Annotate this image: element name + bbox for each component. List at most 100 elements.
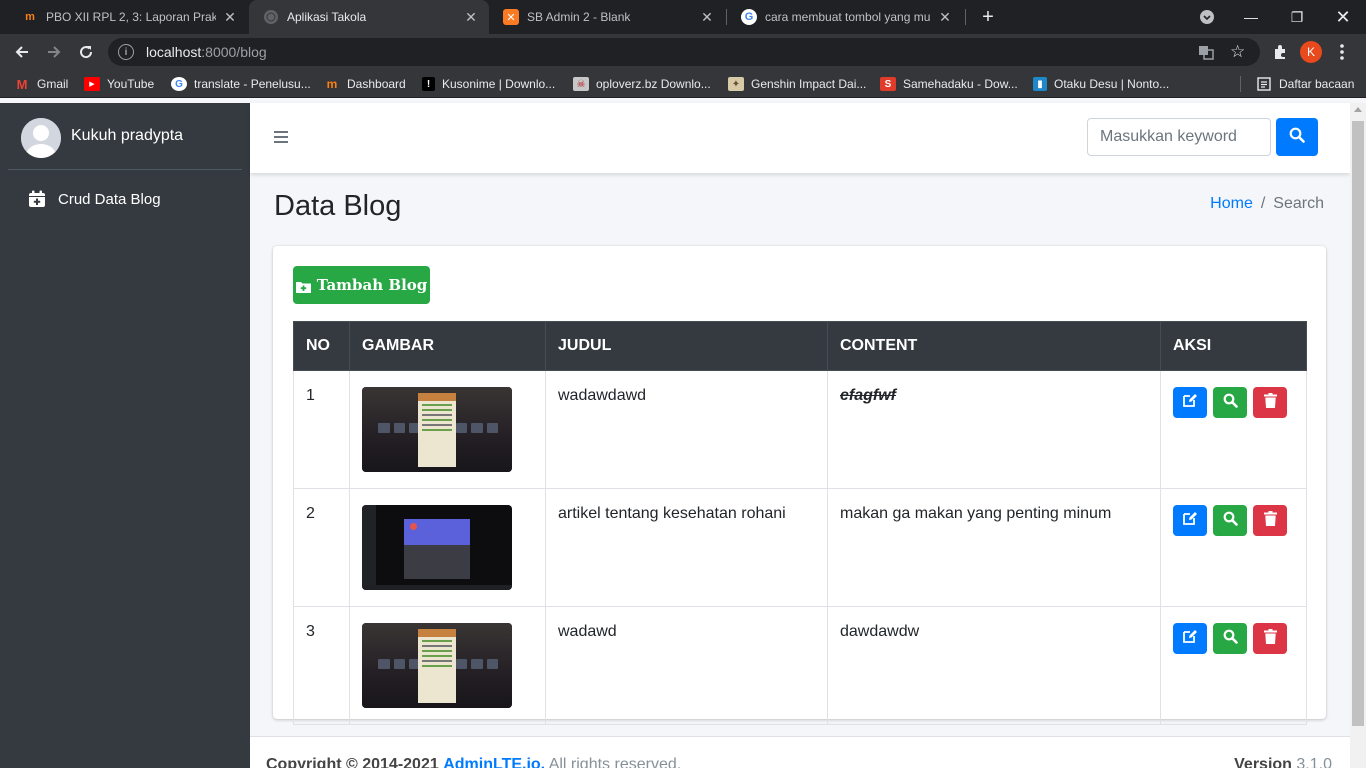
table-header-row: NO GAMBAR JUDUL CONTENT AKSI bbox=[293, 321, 1307, 371]
view-button[interactable] bbox=[1213, 623, 1247, 654]
reading-list-icon bbox=[1256, 77, 1272, 91]
search-input[interactable] bbox=[1087, 118, 1271, 156]
translate-icon[interactable] bbox=[1198, 44, 1214, 63]
bookmark-otakudesu[interactable]: ▮ Otaku Desu | Nonto... bbox=[1033, 70, 1169, 98]
tab-title: cara membuat tombol yang mun bbox=[765, 10, 931, 24]
bookmark-youtube[interactable]: ▶ YouTube bbox=[84, 70, 154, 98]
moodle-icon: m bbox=[25, 11, 35, 23]
adminlte-link[interactable]: AdminLTE.io. bbox=[443, 756, 545, 768]
hamburger-menu-icon[interactable] bbox=[274, 131, 288, 145]
close-icon[interactable]: ✕ bbox=[937, 9, 953, 26]
cell-no: 2 bbox=[293, 488, 350, 607]
user-panel[interactable]: Kukuh pradypta bbox=[0, 103, 250, 170]
breadcrumb-home-link[interactable]: Home bbox=[1210, 195, 1253, 212]
tab-title: PBO XII RPL 2, 3: Laporan Praktik bbox=[46, 10, 216, 24]
column-header-judul: JUDUL bbox=[545, 321, 828, 371]
footer-version: Version 3.1.0 bbox=[1234, 756, 1332, 768]
browser-tab[interactable]: m PBO XII RPL 2, 3: Laporan Praktik ✕ bbox=[8, 0, 248, 34]
bookmark-dashboard[interactable]: m Dashboard bbox=[324, 70, 406, 98]
reading-list-button[interactable]: Daftar bacaan bbox=[1256, 70, 1354, 98]
edit-button[interactable] bbox=[1173, 623, 1207, 654]
profile-avatar[interactable]: K bbox=[1300, 41, 1322, 63]
address-path: :8000/blog bbox=[201, 44, 267, 60]
restore-icon[interactable]: ❐ bbox=[1274, 0, 1320, 34]
cell-content: dawdawdw bbox=[827, 606, 1161, 725]
bookmark-gmail[interactable]: M Gmail bbox=[14, 70, 69, 98]
kusonime-icon: ! bbox=[422, 77, 435, 91]
close-icon[interactable]: ✕ bbox=[699, 9, 715, 26]
bookmark-star-icon[interactable]: ☆ bbox=[1230, 42, 1245, 62]
search-icon bbox=[1223, 629, 1238, 649]
forward-icon[interactable] bbox=[40, 38, 68, 66]
close-window-icon[interactable]: ✕ bbox=[1320, 0, 1366, 34]
search-button[interactable] bbox=[1276, 118, 1318, 156]
sidebar: Kukuh pradypta Crud Data Blog bbox=[0, 103, 250, 768]
tab-title: SB Admin 2 - Blank bbox=[527, 10, 631, 24]
google-icon: G bbox=[741, 9, 757, 25]
edit-icon bbox=[1182, 510, 1198, 531]
minimize-icon[interactable]: — bbox=[1228, 0, 1274, 34]
bookmark-label: Otaku Desu | Nonto... bbox=[1054, 77, 1170, 91]
calendar-plus-icon bbox=[28, 190, 46, 208]
bookmark-kusonime[interactable]: ! Kusonime | Downlo... bbox=[422, 70, 555, 98]
column-header-gambar: GAMBAR bbox=[349, 321, 546, 371]
add-blog-button[interactable]: Tambah Blog bbox=[293, 266, 430, 304]
close-icon[interactable]: ✕ bbox=[222, 9, 238, 26]
trash-icon bbox=[1263, 392, 1277, 413]
page-title: Data Blog bbox=[274, 190, 402, 222]
genshin-icon: ✦ bbox=[728, 77, 744, 91]
bookmark-genshin[interactable]: ✦ Genshin Impact Dai... bbox=[728, 70, 866, 98]
edit-icon bbox=[1182, 628, 1198, 649]
search-icon bbox=[1223, 511, 1238, 531]
view-button[interactable] bbox=[1213, 505, 1247, 536]
page-scrollbar[interactable] bbox=[1350, 103, 1366, 768]
address-host: localhost bbox=[146, 44, 202, 60]
table-row: 1 wadawdawd efagfwf bbox=[293, 370, 1307, 489]
cell-gambar bbox=[349, 606, 546, 725]
add-blog-label: Tambah Blog bbox=[316, 276, 428, 294]
column-header-no: NO bbox=[293, 321, 350, 371]
sidebar-item-crud-data-blog[interactable]: Crud Data Blog bbox=[8, 182, 242, 216]
cell-judul: wadawd bbox=[545, 606, 828, 725]
search-icon bbox=[1289, 127, 1305, 148]
table-row: 2 artikel tentang kesehatan rohani makan… bbox=[293, 488, 1307, 607]
new-tab-icon[interactable]: + bbox=[976, 5, 1000, 29]
edit-button[interactable] bbox=[1173, 505, 1207, 536]
avatar bbox=[21, 118, 61, 158]
table-row: 3 wadawd dawdawdw bbox=[293, 606, 1307, 725]
browser-tab-active[interactable]: Aplikasi Takola ✕ bbox=[249, 0, 489, 34]
delete-button[interactable] bbox=[1253, 623, 1287, 654]
cell-judul: wadawdawd bbox=[545, 370, 828, 489]
bookmark-label: translate - Penelusu... bbox=[194, 77, 311, 91]
edit-button[interactable] bbox=[1173, 387, 1207, 418]
content-text: efagfwf bbox=[840, 387, 896, 404]
globe-icon bbox=[263, 9, 279, 25]
browser-tab[interactable]: ✕ SB Admin 2 - Blank ✕ bbox=[489, 0, 725, 34]
bookmark-translate[interactable]: G translate - Penelusu... bbox=[171, 70, 311, 98]
tab-search-icon[interactable] bbox=[1184, 0, 1230, 34]
bookmark-oploverz[interactable]: ☠ oploverz.bz Downlo... bbox=[573, 70, 711, 98]
gmail-icon: M bbox=[16, 76, 28, 92]
divider bbox=[8, 169, 242, 170]
samehadaku-icon: S bbox=[880, 77, 896, 91]
view-button[interactable] bbox=[1213, 387, 1247, 418]
reload-icon[interactable] bbox=[72, 38, 100, 66]
scrollbar-thumb[interactable] bbox=[1352, 121, 1364, 726]
breadcrumb: Home / Search bbox=[1210, 195, 1324, 212]
delete-button[interactable] bbox=[1253, 387, 1287, 418]
cell-aksi bbox=[1160, 606, 1307, 725]
delete-button[interactable] bbox=[1253, 505, 1287, 536]
site-info-icon[interactable]: i bbox=[118, 44, 134, 60]
menu-dots-icon[interactable] bbox=[1328, 38, 1356, 66]
address-bar[interactable]: i localhost:8000/blog ☆ bbox=[108, 38, 1260, 66]
back-icon[interactable] bbox=[8, 38, 36, 66]
bookmarks-bar: M Gmail ▶ YouTube G translate - Penelusu… bbox=[0, 70, 1366, 98]
bookmark-label: Dashboard bbox=[347, 77, 406, 91]
blog-thumbnail bbox=[362, 387, 512, 472]
extensions-icon[interactable] bbox=[1266, 38, 1294, 66]
bookmark-label: Genshin Impact Dai... bbox=[751, 77, 867, 91]
close-icon[interactable]: ✕ bbox=[463, 9, 479, 26]
bookmark-samehadaku[interactable]: S Samehadaku - Dow... bbox=[880, 70, 1018, 98]
browser-tab[interactable]: G cara membuat tombol yang mun ✕ bbox=[727, 0, 963, 34]
copyright-text: Copyright © 2014-2021 bbox=[266, 756, 439, 768]
